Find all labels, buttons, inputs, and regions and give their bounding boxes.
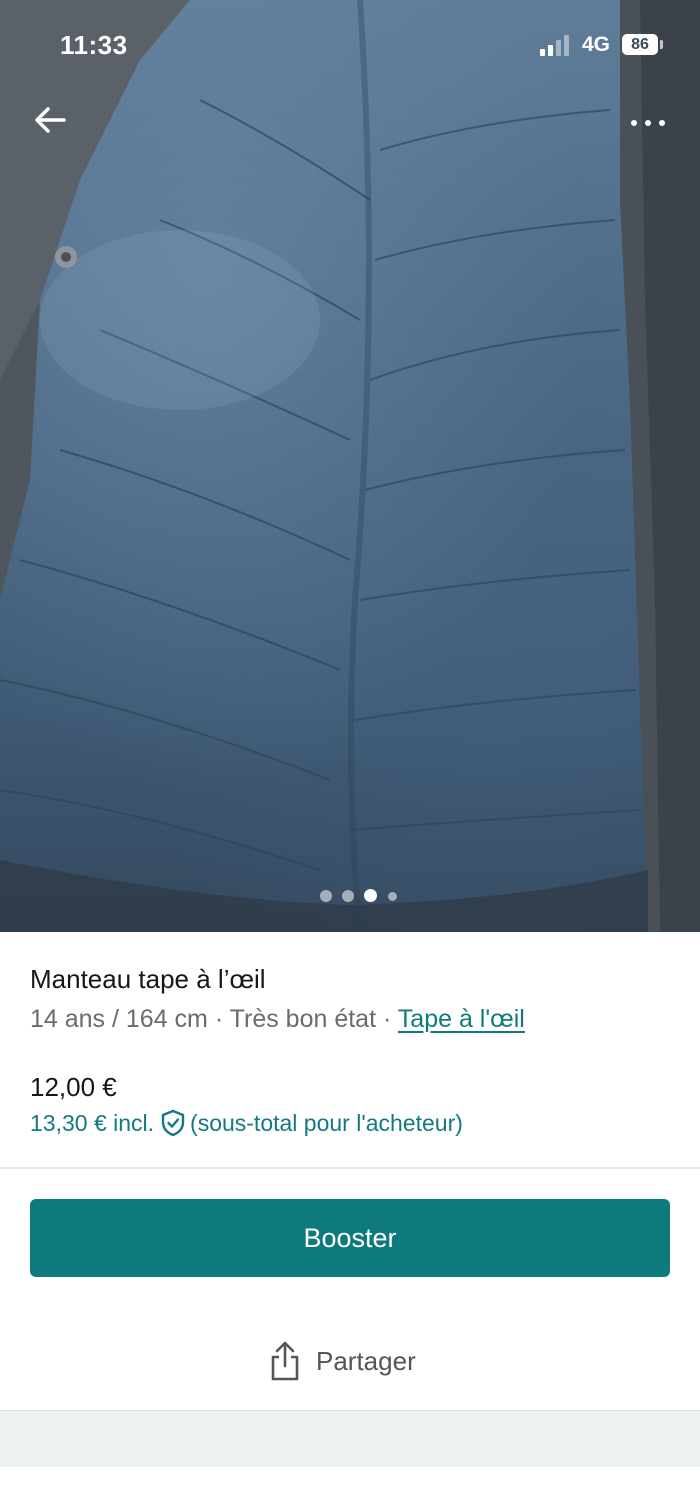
- pagination-dot[interactable]: [388, 892, 397, 901]
- buyer-price-row[interactable]: 13,30 € incl. (sous-total pour l'acheteu…: [30, 1109, 463, 1137]
- share-button[interactable]: Partager: [268, 1336, 416, 1386]
- buyer-price-note: (sous-total pour l'acheteur): [190, 1109, 463, 1136]
- battery-icon: 86: [622, 34, 658, 55]
- more-dots-icon[interactable]: [626, 110, 670, 136]
- item-photo[interactable]: [0, 0, 700, 932]
- item-price: 12,00 €: [30, 1072, 117, 1102]
- item-meta-text: 14 ans / 164 cm · Très bon état ·: [30, 1005, 398, 1033]
- status-bar: 11:33 4G 86: [0, 0, 700, 90]
- section-divider: [0, 1167, 700, 1169]
- photo-jacket-lining: [0, 0, 700, 932]
- item-title: Manteau tape à l’œil: [30, 964, 266, 994]
- back-arrow-icon[interactable]: [30, 100, 70, 140]
- footer-band: [0, 1410, 700, 1467]
- battery-tip: [660, 40, 663, 49]
- booster-button[interactable]: Booster: [30, 1199, 670, 1277]
- status-time: 11:33: [60, 30, 128, 60]
- signal-icon: [540, 34, 574, 56]
- buyer-price: 13,30 € incl.: [30, 1109, 155, 1136]
- shield-check-icon: [161, 1109, 185, 1137]
- pagination-dot[interactable]: [342, 890, 354, 902]
- network-type: 4G: [582, 33, 611, 56]
- item-meta: 14 ans / 164 cm · Très bon état · Tape à…: [30, 1005, 525, 1034]
- brand-link[interactable]: Tape à l'œil: [398, 1005, 525, 1033]
- share-icon: [271, 1341, 299, 1381]
- pagination-dot[interactable]: [320, 890, 332, 902]
- pagination-dot-active[interactable]: [364, 889, 377, 902]
- share-label: Partager: [316, 1345, 416, 1376]
